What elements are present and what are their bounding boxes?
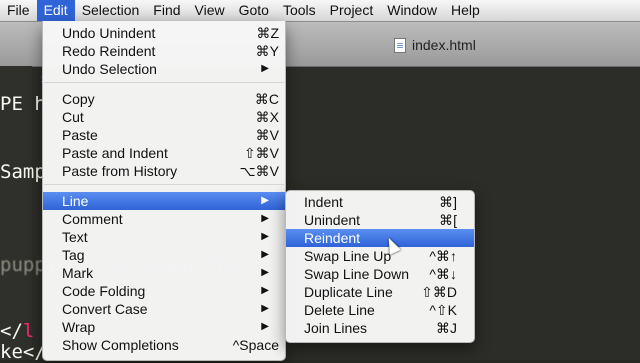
menu-item-label: Show Completions — [62, 337, 179, 353]
submenu-arrow-icon: ▶ — [261, 321, 269, 332]
submenu-arrow-icon: ▶ — [261, 213, 269, 224]
menu-item-shortcut: ⌘X — [255, 109, 279, 125]
menu-help[interactable]: Help — [444, 0, 487, 21]
file-icon — [394, 37, 406, 53]
menu-item-label: Reindent — [304, 230, 361, 246]
menu-item-shortcut: ⌘V — [255, 127, 279, 143]
menu-item-text[interactable]: Text ▶ — [43, 228, 285, 246]
menu-file[interactable]: File — [0, 0, 37, 21]
menu-item-shortcut: ⌘J — [436, 320, 457, 336]
menu-item-shortcut: ⌘Y — [255, 43, 279, 59]
menu-project[interactable]: Project — [323, 0, 381, 21]
menu-item-label: Swap Line Up — [304, 248, 392, 264]
menu-item-delete-line[interactable]: Delete Line ^⇧K — [286, 301, 474, 319]
menu-item-shortcut: ⇧⌘V — [243, 145, 279, 161]
menu-item-paste[interactable]: Paste ⌘V — [43, 126, 285, 144]
submenu-arrow-icon: ▶ — [261, 303, 269, 314]
menu-item-shortcut: ^⌘↓ — [429, 266, 457, 282]
menu-item-paste-history[interactable]: Paste from History ⌥⌘V — [43, 162, 285, 180]
submenu-arrow-icon: ▶ — [261, 195, 269, 206]
menu-item-label: Undo Selection — [62, 61, 157, 77]
menu-item-label: Duplicate Line — [304, 284, 393, 300]
menu-item-label: Delete Line — [304, 302, 375, 318]
menu-item-label: Comment — [62, 211, 123, 227]
menu-item-mark[interactable]: Mark ▶ — [43, 264, 285, 282]
menu-item-shortcut: ^Space — [232, 337, 279, 353]
menu-item-show-completions[interactable]: Show Completions ^Space — [43, 336, 285, 354]
menu-separator — [44, 82, 284, 83]
menu-item-label: Code Folding — [62, 283, 146, 299]
menu-item-shortcut: ^⌘↑ — [429, 248, 457, 264]
menu-item-join-lines[interactable]: Join Lines ⌘J — [286, 319, 474, 337]
menu-item-tag[interactable]: Tag ▶ — [43, 246, 285, 264]
menu-item-paste-indent[interactable]: Paste and Indent ⇧⌘V — [43, 144, 285, 162]
menu-item-shortcut: ^⇧K — [429, 302, 457, 318]
menu-bar: File Edit Selection Find View Goto Tools… — [0, 0, 640, 22]
menu-item-comment[interactable]: Comment ▶ — [43, 210, 285, 228]
menu-item-label: Line — [62, 193, 89, 209]
menu-item-swap-line-up[interactable]: Swap Line Up ^⌘↑ — [286, 247, 474, 265]
menu-item-label: Swap Line Down — [304, 266, 410, 282]
menu-item-label: Tag — [62, 247, 85, 263]
menu-item-convert-case[interactable]: Convert Case ▶ — [43, 300, 285, 318]
menu-item-label: Mark — [62, 265, 94, 281]
menu-item-code-folding[interactable]: Code Folding ▶ — [43, 282, 285, 300]
menu-view[interactable]: View — [188, 0, 232, 21]
menu-item-reindent[interactable]: Reindent — [286, 229, 474, 247]
menu-separator — [44, 184, 284, 185]
menu-item-label: Copy — [62, 91, 95, 107]
menu-item-indent[interactable]: Indent ⌘] — [286, 193, 474, 211]
menu-item-cut[interactable]: Cut ⌘X — [43, 108, 285, 126]
menu-item-redo[interactable]: Redo Reindent ⌘Y — [43, 42, 285, 60]
code-line[interactable]: Samp — [0, 161, 46, 183]
code-line[interactable]: PE h — [0, 93, 46, 115]
code-text: </ — [0, 320, 23, 342]
menu-item-label: Convert Case — [62, 301, 148, 317]
menu-item-copy[interactable]: Copy ⌘C — [43, 90, 285, 108]
tab-title: index.html — [412, 37, 476, 53]
menu-item-label: Join Lines — [304, 320, 368, 336]
submenu-arrow-icon: ▶ — [261, 231, 269, 242]
menu-item-shortcut: ⌘C — [254, 91, 279, 107]
menu-item-label: Paste from History — [62, 163, 178, 179]
menu-item-label: Text — [62, 229, 88, 245]
menu-item-label: Paste — [62, 127, 98, 143]
menu-item-shortcut: ⇧⌘D — [421, 284, 457, 300]
menu-item-label: Indent — [304, 194, 343, 210]
menu-item-line[interactable]: Line ▶ — [43, 192, 285, 210]
submenu-arrow-icon: ▶ — [261, 285, 269, 296]
menu-edit[interactable]: Edit — [36, 0, 75, 21]
menu-item-label: Undo Unindent — [62, 25, 156, 41]
submenu-arrow-icon: ▶ — [261, 63, 269, 74]
menu-item-swap-line-down[interactable]: Swap Line Down ^⌘↓ — [286, 265, 474, 283]
code-text: l — [22, 320, 35, 342]
submenu-arrow-icon: ▶ — [261, 267, 269, 278]
menu-find[interactable]: Find — [146, 0, 187, 21]
code-line[interactable]: </l — [0, 320, 34, 342]
menu-item-unindent[interactable]: Unindent ⌘[ — [286, 211, 474, 229]
submenu-arrow-icon: ▶ — [261, 249, 269, 260]
menu-item-label: Wrap — [62, 319, 96, 335]
menu-item-label: Unindent — [304, 212, 361, 228]
menu-item-label: Paste and Indent — [62, 145, 168, 161]
tab-index-html[interactable]: index.html — [380, 34, 490, 56]
menu-item-shortcut: ⌘Z — [256, 25, 279, 41]
menu-window[interactable]: Window — [380, 0, 444, 21]
menu-item-shortcut: ⌘[ — [439, 212, 457, 228]
menu-item-shortcut: ⌥⌘V — [239, 163, 279, 179]
menu-selection[interactable]: Selection — [75, 0, 147, 21]
edit-menu: Undo Unindent ⌘Z Redo Reindent ⌘Y Undo S… — [42, 21, 286, 361]
menu-item-undo[interactable]: Undo Unindent ⌘Z — [43, 24, 285, 42]
menu-item-label: Cut — [62, 109, 84, 125]
line-submenu: Indent ⌘] Unindent ⌘[ Reindent Swap Line… — [285, 190, 475, 343]
menu-item-undo-selection[interactable]: Undo Selection ▶ — [43, 60, 285, 78]
menu-item-shortcut: ⌘] — [439, 194, 457, 210]
menu-item-label: Redo Reindent — [62, 43, 156, 59]
menu-item-duplicate-line[interactable]: Duplicate Line ⇧⌘D — [286, 283, 474, 301]
menu-item-wrap[interactable]: Wrap ▶ — [43, 318, 285, 336]
menu-goto[interactable]: Goto — [232, 0, 276, 21]
menu-tools[interactable]: Tools — [276, 0, 323, 21]
